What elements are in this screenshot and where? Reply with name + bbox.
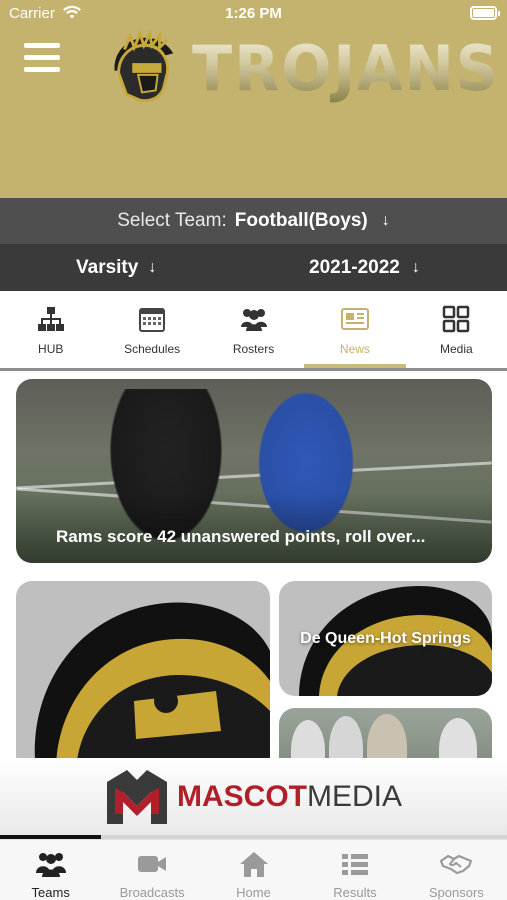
- app-header: Carrier 1:26 PM TROJANS: [0, 0, 507, 198]
- nav-label: Sponsors: [428, 885, 484, 900]
- news-title: De Queen-Hot Springs: [300, 630, 471, 647]
- video-camera-icon: [138, 856, 167, 872]
- player-photo: [329, 716, 363, 758]
- menu-button[interactable]: [24, 43, 62, 75]
- team-selector-label: Select Team:: [117, 210, 227, 231]
- tab-label: Media: [439, 342, 473, 356]
- nav-broadcasts[interactable]: Broadcasts: [101, 840, 202, 900]
- level-dropdown[interactable]: Varsity ↓: [76, 244, 156, 291]
- hamburger-icon: [24, 43, 60, 48]
- ad-brand-secondary: MEDIA: [306, 780, 402, 813]
- section-tabs: HUB Schedules Rosters News Media: [0, 291, 507, 368]
- clock: 1:26 PM: [225, 5, 282, 22]
- mascot-media-m-icon: [106, 770, 167, 824]
- tab-media[interactable]: Media: [406, 291, 507, 368]
- tab-label: Rosters: [232, 342, 275, 356]
- newspaper-icon: [340, 308, 369, 330]
- season-dropdown[interactable]: 2021-2022 ↓: [309, 244, 420, 291]
- tab-hub[interactable]: HUB: [0, 291, 101, 368]
- nav-results[interactable]: Results: [304, 840, 405, 900]
- player-photo: [291, 720, 325, 758]
- list-icon: [341, 854, 368, 875]
- nav-label: Broadcasts: [119, 885, 185, 900]
- tab-label: News: [339, 342, 370, 356]
- home-icon: [239, 852, 268, 877]
- arrow-down-icon: ↓: [148, 258, 157, 276]
- tab-news[interactable]: News: [304, 291, 407, 368]
- people-icon: [240, 309, 267, 331]
- player-photo: [367, 714, 407, 758]
- nav-sponsors[interactable]: Sponsors: [406, 840, 507, 900]
- bottom-navigation: Teams Broadcasts Home Results Sponsors: [0, 839, 507, 900]
- trojan-helmet-logo: [114, 30, 174, 103]
- tab-rosters[interactable]: Rosters: [203, 291, 304, 368]
- team-icon: [35, 853, 66, 877]
- nav-teams[interactable]: Teams: [0, 840, 101, 900]
- news-card[interactable]: De Queen-Hot Springs: [279, 581, 492, 696]
- level-season-bar: Varsity ↓ 2021-2022 ↓: [0, 244, 507, 291]
- arrow-down-icon: ↓: [411, 258, 420, 276]
- battery-icon: [470, 6, 500, 20]
- trojans-wordmark: TROJANS: [192, 32, 501, 105]
- team-selector[interactable]: Select Team: Football(Boys) ↓: [0, 198, 507, 244]
- news-card[interactable]: [279, 708, 492, 758]
- tab-schedules[interactable]: Schedules: [101, 291, 202, 368]
- arrow-down-icon: ↓: [381, 212, 390, 229]
- tab-label: HUB: [38, 342, 64, 356]
- grid-icon: [443, 305, 470, 333]
- nav-label: Home: [236, 885, 271, 900]
- calendar-icon: [139, 308, 166, 332]
- team-selector-value: Football(Boys): [234, 210, 368, 231]
- tab-label: Schedules: [124, 342, 181, 356]
- season-value: 2021-2022: [309, 256, 400, 278]
- level-value: Varsity: [76, 256, 139, 278]
- sponsor-banner[interactable]: MASCOT MEDIA: [0, 758, 507, 836]
- nav-home[interactable]: Home: [203, 840, 304, 900]
- news-feed: Rams score 42 unanswered points, roll ov…: [0, 371, 507, 758]
- news-title: Rams score 42 unanswered points, roll ov…: [56, 527, 426, 546]
- news-card[interactable]: [16, 581, 270, 758]
- mascot-media-logo: MASCOT MEDIA: [105, 768, 402, 826]
- nav-label: Teams: [31, 885, 70, 900]
- ad-brand-primary: MASCOT: [176, 780, 307, 813]
- handshake-icon: [440, 854, 473, 875]
- status-bar: Carrier 1:26 PM: [0, 0, 507, 28]
- player-photo: [439, 718, 477, 758]
- trojan-helmet-image: [34, 602, 270, 758]
- org-chart-icon: [37, 307, 64, 331]
- nav-label: Results: [333, 885, 377, 900]
- news-card-featured[interactable]: Rams score 42 unanswered points, roll ov…: [16, 379, 492, 563]
